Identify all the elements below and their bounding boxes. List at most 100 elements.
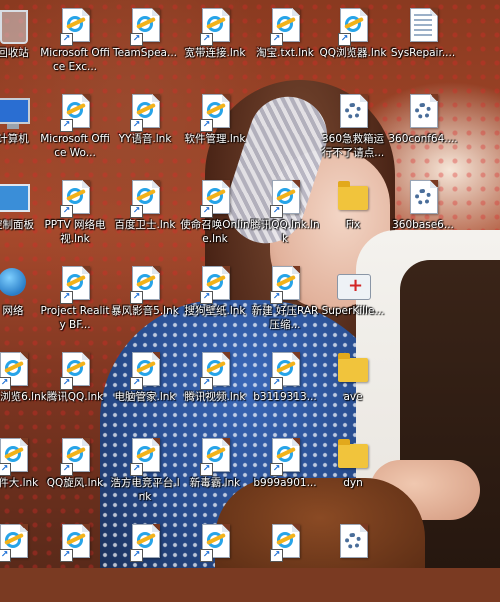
desktop-icon[interactable]: SuperKille...	[318, 260, 388, 344]
internet-explorer-shortcut-icon: ↗	[58, 94, 92, 132]
desktop-icon[interactable]: ↗ 百度卫士.lnk	[110, 174, 180, 258]
desktop-icon[interactable]: ↗ 搜狗壁纸.lnk	[180, 260, 250, 344]
desktop-icon[interactable]: ↗ Microsoft Office Exc...	[40, 2, 110, 86]
desktop-icon-label: 腾讯QQ.lnk.lnk	[250, 219, 320, 245]
desktop-icon-label: 腾讯视频.lnk	[184, 391, 246, 403]
control-panel-icon	[0, 180, 30, 216]
desktop-icon[interactable]: ↗ 腾讯QQ.lnk.lnk	[250, 174, 320, 258]
desktop-icon-label: 百度卫士.lnk	[114, 219, 176, 231]
internet-explorer-shortcut-icon: ↗	[268, 524, 302, 562]
desktop-icon-label: b999a901...	[253, 477, 317, 489]
internet-explorer-shortcut-icon: ↗	[198, 438, 232, 476]
internet-explorer-shortcut-icon: ↗	[198, 94, 232, 132]
desktop-icon[interactable]: SysRepair....	[388, 2, 458, 86]
desktop-icon[interactable]: ↗ 软件管理.lnk	[180, 88, 250, 172]
shortcut-arrow-icon: ↗	[60, 549, 73, 562]
desktop-icon-label: b3119313...	[253, 391, 317, 403]
internet-explorer-shortcut-icon: ↗	[268, 438, 302, 476]
internet-explorer-shortcut-icon: ↗	[0, 438, 30, 476]
desktop-icon[interactable]: ↗ 暴风影音5.lnk	[110, 260, 180, 344]
desktop-icon[interactable]: ↗ b999a901...	[250, 432, 320, 516]
desktop-icon[interactable]: ↗ PPTV 网络电视.lnk	[40, 174, 110, 258]
shortcut-arrow-icon: ↗	[130, 119, 143, 132]
shortcut-arrow-icon: ↗	[130, 463, 143, 476]
computer-icon	[0, 94, 30, 130]
folder-icon	[336, 180, 370, 216]
desktop-icon[interactable]: ↗ 电脑管家.lnk	[110, 346, 180, 430]
desktop-icon-label: 360急救箱运行不了请点...	[321, 133, 385, 159]
desktop-icon-label: 腾讯QQ.lnk	[46, 391, 104, 403]
desktop-icon[interactable]: ↗ 腾讯视频.lnk	[180, 346, 250, 430]
shortcut-arrow-icon: ↗	[270, 33, 283, 46]
desktop-icon[interactable]: 360急救箱运行不了请点...	[318, 88, 388, 172]
desktop-icon-label: 软件管理.lnk	[184, 133, 246, 145]
desktop-icon[interactable]: 360conf64....	[388, 88, 458, 172]
desktop-icon[interactable]: ↗ 淘宝.txt.lnk	[250, 2, 320, 86]
desktop-icon[interactable]: ↗ QQ浏览器.lnk	[318, 2, 388, 86]
shortcut-arrow-icon: ↗	[60, 291, 73, 304]
desktop-icon[interactable]: ↗	[40, 518, 110, 602]
desktop-icon-label: 宽带连接.lnk	[184, 47, 246, 59]
shortcut-arrow-icon: ↗	[200, 119, 213, 132]
desktop-icon-label: QQ浏览器.lnk	[319, 47, 387, 59]
internet-explorer-shortcut-icon: ↗	[128, 266, 162, 304]
internet-explorer-shortcut-icon: ↗	[58, 438, 92, 476]
desktop-icon[interactable]: dyn	[318, 432, 388, 516]
desktop-icon[interactable]: ↗ QQ旋风.lnk	[40, 432, 110, 516]
desktop-icon[interactable]: ↗ 使命召唤Online.lnk	[180, 174, 250, 258]
shortcut-arrow-icon: ↗	[200, 205, 213, 218]
desktop-icon[interactable]: ↗	[180, 518, 250, 602]
internet-explorer-shortcut-icon: ↗	[58, 180, 92, 218]
desktop-icon[interactable]: ↗ b3119313...	[250, 346, 320, 430]
desktop-icon[interactable]: Fix	[318, 174, 388, 258]
desktop-icon[interactable]: ↗ 腾讯QQ.lnk	[40, 346, 110, 430]
internet-explorer-shortcut-icon: ↗	[198, 266, 232, 304]
internet-explorer-shortcut-icon: ↗	[268, 352, 302, 390]
shortcut-arrow-icon: ↗	[200, 463, 213, 476]
desktop-icon[interactable]: ↗ 新建 好压RAR 压缩...	[250, 260, 320, 344]
desktop-icon[interactable]: ↗ 新毒霸.lnk	[180, 432, 250, 516]
desktop-icon[interactable]: ↗	[110, 518, 180, 602]
desktop-icon-label: 搜狗壁纸.lnk	[184, 305, 246, 317]
desktop-icon-label: 使命召唤Online.lnk	[180, 219, 250, 245]
shortcut-arrow-icon: ↗	[0, 463, 11, 476]
desktop-icon-label: 新建 好压RAR 压缩...	[251, 305, 319, 331]
internet-explorer-shortcut-icon: ↗	[0, 524, 30, 562]
shortcut-arrow-icon: ↗	[200, 549, 213, 562]
shortcut-arrow-icon: ↗	[270, 291, 283, 304]
desktop-icon[interactable]: ↗ Microsoft Office Wo...	[40, 88, 110, 172]
shortcut-arrow-icon: ↗	[130, 205, 143, 218]
desktop-icon[interactable]: ↗	[250, 518, 320, 602]
desktop-icon-label: YY语音.lnk	[118, 133, 172, 145]
shortcut-arrow-icon: ↗	[130, 549, 143, 562]
desktop-icon[interactable]: ↗ YY语音.lnk	[110, 88, 180, 172]
shortcut-arrow-icon: ↗	[60, 205, 73, 218]
text-document-icon	[406, 8, 440, 44]
desktop-icon[interactable]: ↗ 浩方电竞平台.lnk	[110, 432, 180, 516]
desktop-icon-label: 淘宝.txt.lnk	[256, 47, 314, 59]
shortcut-arrow-icon: ↗	[130, 377, 143, 390]
internet-explorer-shortcut-icon: ↗	[268, 180, 302, 218]
settings-file-icon	[336, 94, 370, 130]
desktop-icon-label: SysRepair....	[390, 47, 456, 59]
settings-file-icon	[406, 94, 440, 130]
desktop-icon-label: 360conf64....	[388, 133, 458, 145]
desktop-icon-grid: 回收站 ↗ Microsoft Office Exc... ↗ TeamSpea... ↗…	[0, 0, 500, 568]
shortcut-arrow-icon: ↗	[200, 33, 213, 46]
desktop-icon[interactable]	[318, 518, 388, 602]
desktop-icon[interactable]: ↗ 宽带连接.lnk	[180, 2, 250, 86]
shortcut-arrow-icon: ↗	[270, 377, 283, 390]
desktop-icon[interactable]: ↗ Project Reality BF...	[40, 260, 110, 344]
internet-explorer-shortcut-icon: ↗	[336, 8, 370, 46]
internet-explorer-shortcut-icon: ↗	[58, 352, 92, 390]
internet-explorer-shortcut-icon: ↗	[198, 524, 232, 562]
desktop-icon[interactable]: 360base6...	[388, 174, 458, 258]
desktop-icon-label: PPTV 网络电视.lnk	[44, 219, 106, 245]
shortcut-arrow-icon: ↗	[60, 377, 73, 390]
shortcut-arrow-icon: ↗	[270, 205, 283, 218]
internet-explorer-shortcut-icon: ↗	[0, 352, 30, 390]
desktop-icon[interactable]: ave	[318, 346, 388, 430]
recycle-bin-icon	[0, 8, 30, 44]
desktop-icon-label: TeamSpea...	[113, 47, 177, 59]
desktop-icon[interactable]: ↗ TeamSpea...	[110, 2, 180, 86]
